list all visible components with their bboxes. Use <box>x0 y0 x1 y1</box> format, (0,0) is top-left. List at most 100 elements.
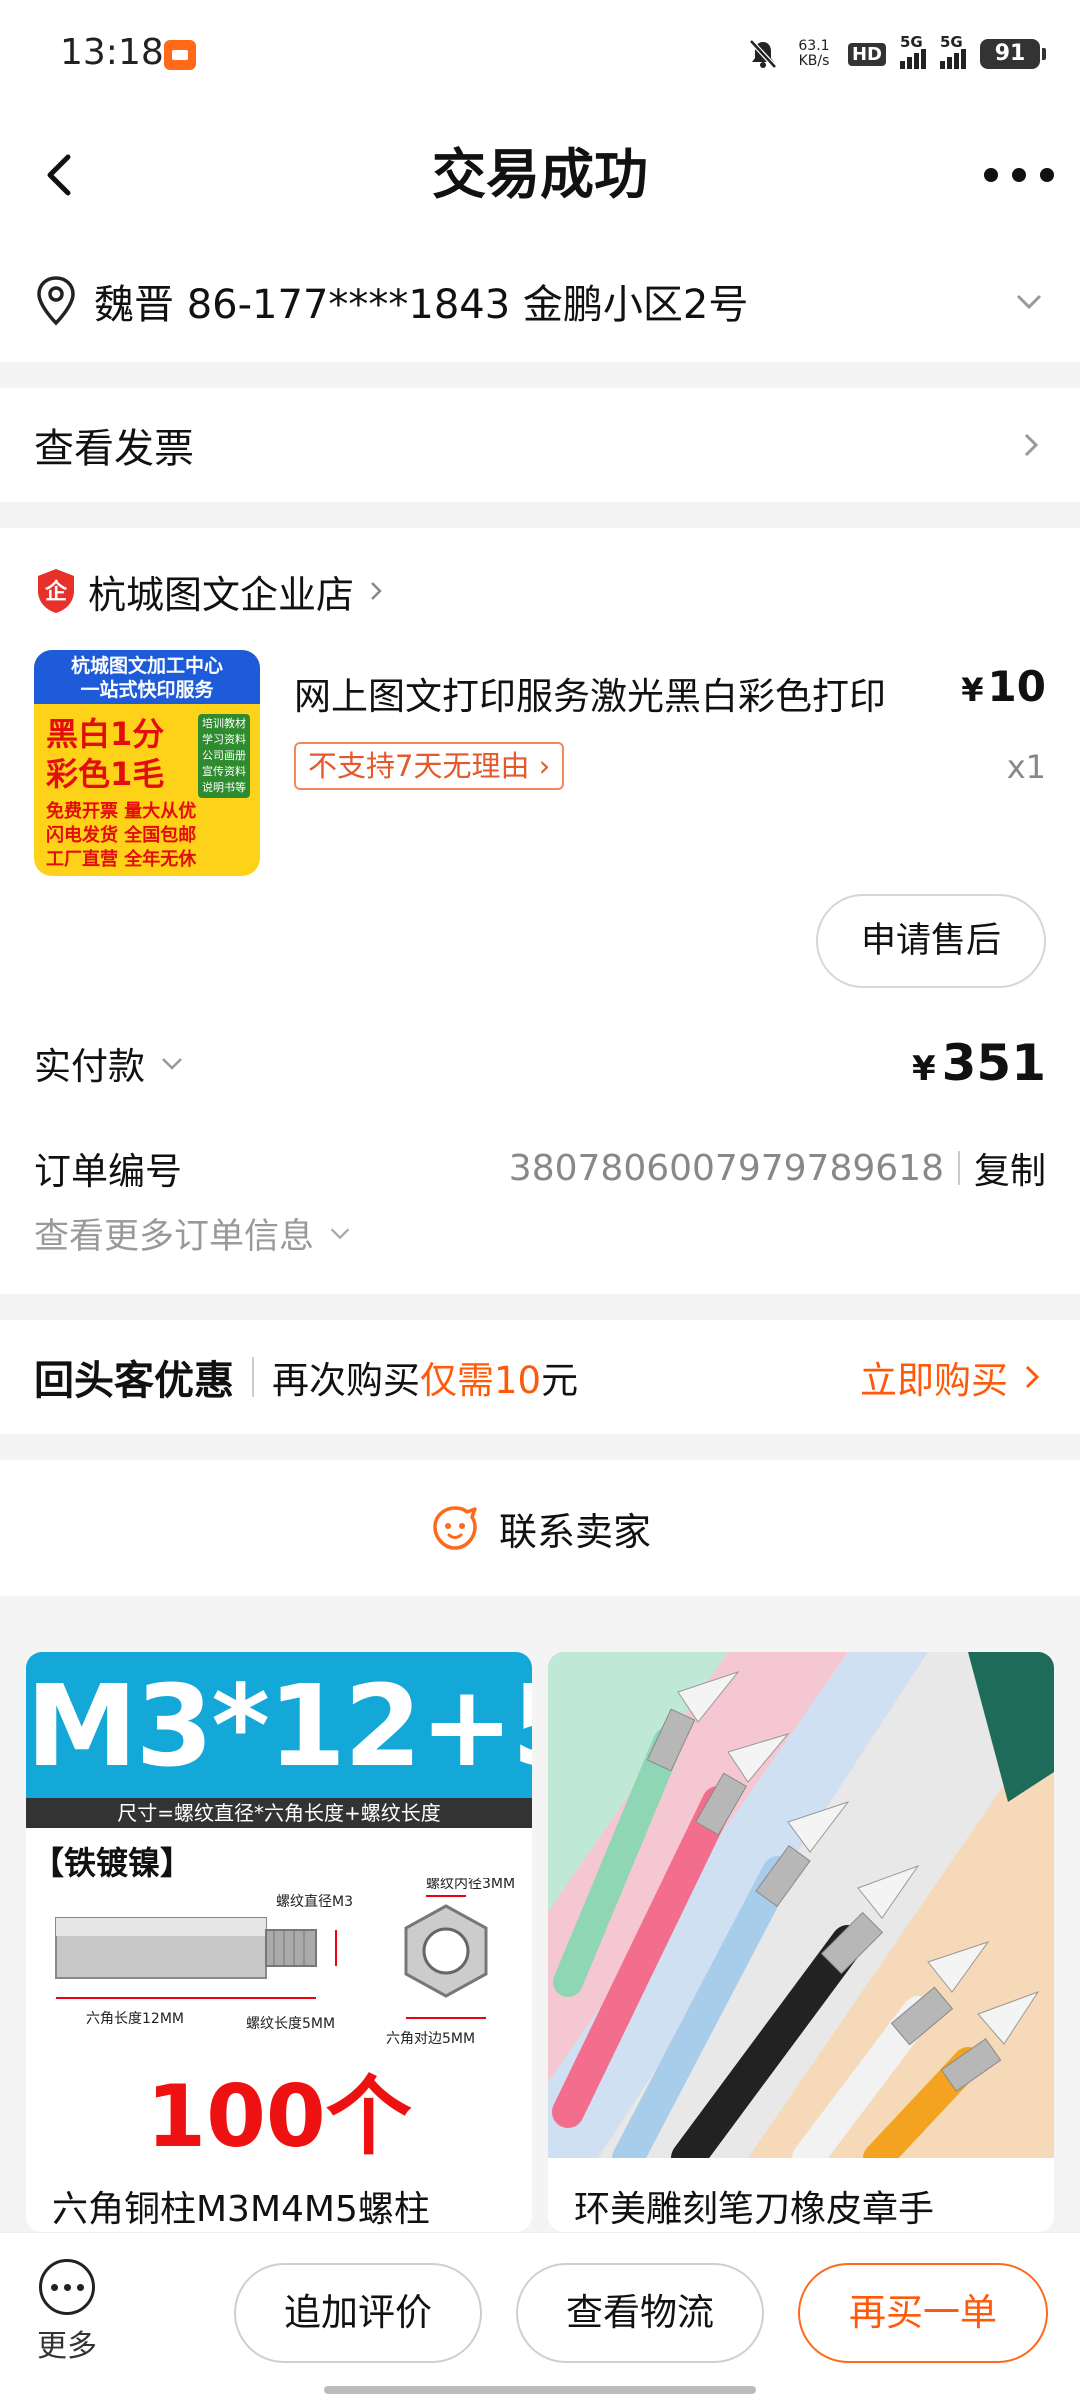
buy-again-button[interactable]: 再买一单 <box>798 2263 1048 2363</box>
rec-image-subline: 尺寸=螺纹直径*六角长度+螺纹长度 <box>26 1798 532 1828</box>
add-review-button[interactable]: 追加评价 <box>234 2263 482 2363</box>
status-bar: 13:18 63.1 KB/s HD 5G 5G 91 <box>0 0 1080 110</box>
product-image-side-item: 培训教材 <box>202 717 246 730</box>
divider <box>957 1151 960 1185</box>
order-number-value: 3807806007979789618 <box>508 1147 944 1189</box>
after-sale-button[interactable]: 申请售后 <box>816 894 1046 988</box>
view-invoice-label: 查看发票 <box>34 426 194 472</box>
address-text: 魏晋 86-177****1843 金鹏小区2号 <box>94 282 749 328</box>
signal-icon-sim1: 5G <box>900 33 926 69</box>
net-speed-value: 63.1 <box>798 38 830 54</box>
label-hex-flat: 六角对边5MM <box>386 2031 475 2047</box>
paid-amount-value: 351 <box>941 1034 1046 1092</box>
status-time: 13:18 <box>60 32 164 73</box>
page-title: 交易成功 <box>432 143 648 206</box>
chevron-down-icon <box>330 1228 350 1240</box>
product-quantity: x1 <box>1006 748 1046 786</box>
seller-chat-icon <box>433 1506 477 1550</box>
product-price-value: 10 <box>987 662 1046 711</box>
recommendation-title: 六角铜柱M3M4M5螺柱 <box>52 2189 430 2230</box>
paid-row[interactable]: 实付款 ¥351 <box>34 1028 1046 1098</box>
carving-knife-image <box>548 1652 1054 2158</box>
label-hex-length: 六角长度12MM <box>86 2011 184 2027</box>
recommendation-image: M3*12+5 尺寸=螺纹直径*六角长度+螺纹长度 【铁镀镍】 螺纹内径3MM … <box>26 1652 532 2158</box>
chevron-down-icon <box>1016 294 1042 310</box>
bottom-action-bar: 更多 追加评价 查看物流 再买一单 <box>0 2232 1080 2400</box>
shop-row[interactable]: 企 杭城图文企业店 <box>34 564 388 618</box>
buy-now-label: 立即购买 <box>860 1359 1008 1402</box>
contact-seller-label: 联系卖家 <box>498 1509 651 1554</box>
label-thread-length: 螺纹长度5MM <box>246 2016 335 2032</box>
copy-order-number-button[interactable]: 复制 <box>974 1142 1046 1194</box>
recommendation-title: 环美雕刻笔刀橡皮章手 <box>574 2189 935 2230</box>
view-invoice-row[interactable]: 查看发票 <box>0 388 1080 502</box>
product-image[interactable]: 杭城图文加工中心 一站式快印服务 黑白1分 彩色1毛 培训教材 学习资料 公司画… <box>34 650 260 876</box>
chevron-down-icon <box>162 1058 182 1070</box>
product-image-line: 一站式快印服务 <box>80 679 214 701</box>
label-thread-dia: 螺纹直径M3 <box>276 1893 353 1910</box>
product-title[interactable]: 网上图文打印服务激光黑白彩色打印 <box>294 666 944 720</box>
product-image-features: 免费开票 量大从优 闪电发货 全国包邮 工厂直营 全年无休 <box>46 800 196 872</box>
product-image-line: 工厂直营 全年无休 <box>46 849 197 870</box>
promo-text-suffix: 元 <box>541 1359 579 1402</box>
battery-icon: 91 <box>980 39 1046 69</box>
product-image-side-item: 公司画册 <box>202 749 246 762</box>
order-number-row: 订单编号 3807806007979789618 复制 <box>34 1140 1046 1196</box>
currency-symbol: ¥ <box>961 671 984 709</box>
rec-image-count: 100个 <box>146 2067 412 2158</box>
no-7day-return-label: 不支持7天无理由 <box>308 749 530 783</box>
location-pin-icon <box>37 276 75 326</box>
product-image-line: 杭城图文加工中心 <box>70 655 223 677</box>
recommendation-card[interactable]: 环美雕刻笔刀橡皮章手 <box>548 1652 1054 2232</box>
svg-text:企: 企 <box>44 579 68 605</box>
product-image-line: 免费开票 量大从优 <box>46 801 197 822</box>
sim2-label: 5G <box>940 33 963 51</box>
promo-title: 回头客优惠 <box>34 1358 234 1404</box>
paid-label: 实付款 <box>34 1045 145 1088</box>
product-image-side-item: 学习资料 <box>202 733 246 746</box>
order-card: 企 杭城图文企业店 杭城图文加工中心 一站式快印服务 黑白1分 彩色1毛 培训教… <box>0 528 1080 1294</box>
more-order-info-label: 查看更多订单信息 <box>34 1216 315 1257</box>
chevron-right-icon <box>1025 1365 1040 1389</box>
status-icons: 63.1 KB/s HD 5G 5G 91 <box>746 33 1046 74</box>
net-speed-unit: KB/s <box>798 53 830 69</box>
enterprise-shop-badge-icon: 企 <box>38 569 74 613</box>
promo-text-prefix: 再次购买 <box>272 1359 420 1402</box>
product-image-side-item: 说明书等 <box>202 781 246 794</box>
contact-seller-button[interactable]: 联系卖家 <box>0 1460 1080 1596</box>
currency-symbol: ¥ <box>911 1049 936 1089</box>
more-order-info-toggle[interactable]: 查看更多订单信息 <box>34 1208 354 1258</box>
product-image-line: 彩色1毛 <box>46 755 165 793</box>
order-number-label: 订单编号 <box>34 1150 182 1193</box>
chevron-right-icon <box>1024 433 1039 457</box>
chevron-right-icon <box>371 582 382 600</box>
returning-customer-promo: 回头客优惠 再次购买仅需10元 立即购买 <box>0 1320 1080 1434</box>
net-speed: 63.1 KB/s <box>794 39 834 69</box>
product-image-side-list: 培训教材 学习资料 公司画册 宣传资料 说明书等 <box>198 714 250 798</box>
no-7day-return-tag[interactable]: 不支持7天无理由 › <box>294 742 565 790</box>
product-image-price-text: 黑白1分 彩色1毛 <box>46 714 164 794</box>
home-indicator[interactable] <box>324 2386 756 2394</box>
sim1-label: 5G <box>900 33 923 51</box>
buy-now-link[interactable]: 立即购买 <box>860 1350 1046 1404</box>
shop-name: 杭城图文企业店 <box>88 572 355 617</box>
recommendation-card[interactable]: M3*12+5 尺寸=螺纹直径*六角长度+螺纹长度 【铁镀镍】 螺纹内径3MM … <box>26 1652 532 2232</box>
divider <box>252 1357 254 1397</box>
promo-text: 再次购买仅需10元 <box>272 1350 578 1404</box>
product-image-side-item: 宣传资料 <box>202 765 246 778</box>
product-image-line: 闪电发货 全国包邮 <box>46 825 197 846</box>
more-options-icon[interactable] <box>984 150 1054 200</box>
signal-icon-sim2: 5G <box>940 33 966 69</box>
bell-mute-icon <box>749 39 777 69</box>
product-image-line: 黑白1分 <box>46 715 165 753</box>
hd-icon: HD <box>847 42 886 66</box>
view-logistics-button[interactable]: 查看物流 <box>516 2263 764 2363</box>
label-thread-inner: 螺纹内径3MM <box>426 1878 515 1892</box>
header: 交易成功 <box>0 110 1080 240</box>
more-actions-button[interactable]: 更多 <box>32 2259 102 2365</box>
more-actions-label: 更多 <box>37 2329 97 2364</box>
standoff-diagram: 螺纹内径3MM 螺纹直径M3 六角长度12MM 螺纹长度5MM 六角对边5MM <box>55 1878 515 2047</box>
product-price: ¥10 <box>961 662 1046 711</box>
address-row[interactable]: 魏晋 86-177****1843 金鹏小区2号 <box>0 240 1080 362</box>
product-image-header: 杭城图文加工中心 一站式快印服务 <box>34 650 260 704</box>
